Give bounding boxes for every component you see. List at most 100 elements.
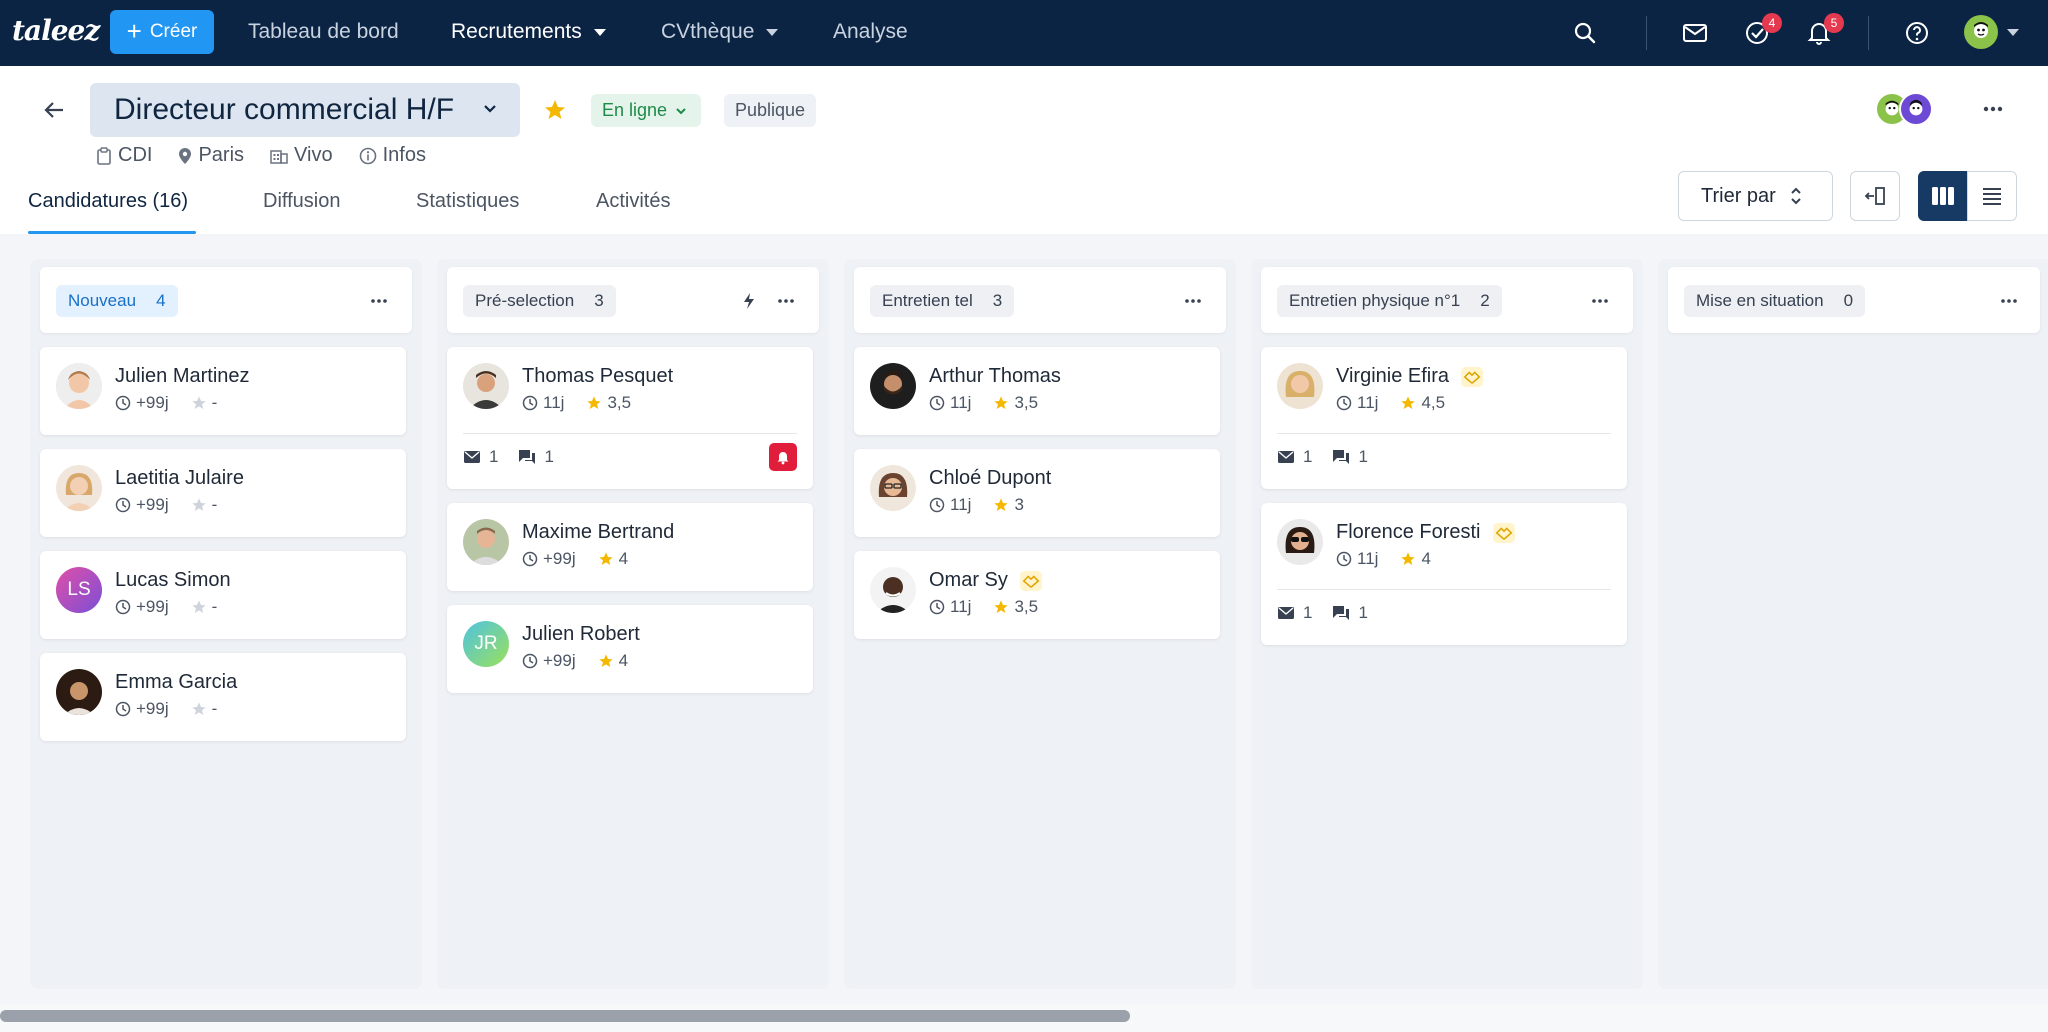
nav-analyse[interactable]: Analyse — [833, 20, 908, 44]
candidate-card[interactable]: Thomas Pesquet 11j 3,5 1 1 — [447, 347, 813, 489]
favorite-star-icon[interactable] — [543, 98, 567, 127]
candidate-age-text: +99j — [136, 597, 169, 616]
team-avatars[interactable] — [1875, 92, 1939, 126]
help-icon[interactable] — [1902, 18, 1932, 48]
candidate-age-text: +99j — [543, 651, 576, 670]
candidate-name-text: Florence Foresti — [1336, 521, 1481, 543]
tab-activites[interactable]: Activités — [596, 190, 670, 213]
scrollbar-thumb[interactable] — [0, 1010, 1130, 1022]
candidate-card[interactable]: Chloé Dupont 11j 3 — [854, 449, 1220, 537]
column-count: 3 — [594, 291, 604, 310]
candidate-photo-avatar — [870, 567, 916, 613]
candidate-age-text: 11j — [950, 393, 972, 412]
job-header: Directeur commercial H/F En ligne Publiq… — [0, 66, 2048, 234]
clock-icon — [115, 701, 131, 717]
candidate-card[interactable]: Emma Garcia +99j - — [40, 653, 406, 741]
envelope-icon — [1278, 451, 1294, 463]
nav-cvtheque[interactable]: CVthèque — [661, 20, 779, 44]
column-header: Nouveau 4 — [40, 267, 412, 333]
candidate-card[interactable]: JR Julien Robert +99j 4 — [447, 605, 813, 693]
candidate-card[interactable]: Julien Martinez +99j - — [40, 347, 406, 435]
visibility-badge: Publique — [724, 94, 817, 127]
tab-candidatures[interactable]: Candidatures (16) — [28, 190, 188, 213]
candidate-age: +99j — [522, 651, 576, 671]
candidate-name: Julien Martinez — [115, 365, 250, 388]
list-view-button[interactable] — [1967, 171, 2017, 221]
horizontal-scrollbar[interactable] — [0, 1004, 2048, 1032]
candidate-age: 11j — [1336, 549, 1378, 569]
candidate-rating: - — [191, 495, 217, 515]
sort-button[interactable]: Trier par — [1678, 171, 1833, 221]
candidate-card[interactable]: Maxime Bertrand +99j 4 — [447, 503, 813, 591]
collapse-columns-button[interactable] — [1850, 171, 1900, 221]
mail-icon[interactable] — [1680, 18, 1710, 48]
nav-recrutements[interactable]: Recrutements — [451, 20, 606, 44]
column-more-icon[interactable] — [1589, 291, 1611, 311]
column-more-icon[interactable] — [368, 291, 390, 311]
column-count: 3 — [992, 291, 1003, 310]
alert-bell-icon[interactable] — [769, 443, 797, 471]
candidate-name: Lucas Simon — [115, 569, 231, 592]
location-meta: Paris — [178, 144, 244, 167]
sort-label: Trier par — [1701, 184, 1776, 207]
column-more-icon[interactable] — [1998, 291, 2020, 311]
star-icon — [994, 396, 1009, 409]
candidate-meta: 11j 3 — [929, 495, 1024, 515]
envelope-icon — [464, 451, 480, 463]
infos-link[interactable]: Infos — [359, 144, 426, 167]
star-icon — [191, 702, 206, 715]
candidate-age: +99j — [115, 393, 169, 413]
taleez-logo[interactable]: taleez — [12, 14, 100, 47]
column-name: Nouveau — [68, 291, 137, 310]
column-more-icon[interactable] — [1182, 291, 1204, 311]
comment-count-text: 1 — [1358, 603, 1368, 622]
search-icon[interactable] — [1570, 18, 1600, 48]
column-more-icon[interactable] — [775, 291, 797, 311]
candidate-card[interactable]: Florence Foresti 11j 4 1 1 — [1261, 503, 1627, 645]
user-avatar[interactable] — [1964, 15, 1998, 49]
candidate-rating-text: 3,5 — [1014, 597, 1039, 616]
kanban-view-button[interactable] — [1918, 171, 1968, 221]
clock-icon — [522, 653, 538, 669]
candidate-card[interactable]: Omar Sy 11j 3,5 — [854, 551, 1220, 639]
tab-diffusion[interactable]: Diffusion — [263, 190, 340, 213]
candidate-card[interactable]: Arthur Thomas 11j 3,5 — [854, 347, 1220, 435]
card-footer: 1 1 — [463, 447, 554, 467]
user-menu-caret-icon[interactable] — [2007, 29, 2019, 36]
star-icon — [191, 498, 206, 511]
candidate-photo-avatar — [870, 363, 916, 409]
automation-bolt-icon[interactable] — [739, 291, 759, 311]
candidate-name: Laetitia Julaire — [115, 467, 244, 490]
clock-icon — [929, 599, 945, 615]
card-footer: 1 1 — [1277, 447, 1368, 467]
candidate-card[interactable]: Laetitia Julaire +99j - — [40, 449, 406, 537]
bell-icon[interactable]: 5 — [1804, 13, 1844, 48]
tab-statistiques[interactable]: Statistiques — [416, 190, 519, 213]
candidate-meta: 11j 3,5 — [929, 393, 1038, 413]
more-options-icon[interactable] — [1980, 96, 2006, 122]
team-member-avatar[interactable] — [1899, 92, 1933, 126]
status-online-dropdown[interactable]: En ligne — [591, 94, 702, 127]
clock-icon — [522, 395, 538, 411]
candidate-card[interactable]: Virginie Efira 11j 4,5 1 1 — [1261, 347, 1627, 489]
candidate-age-text: 11j — [543, 393, 565, 412]
envelope-icon — [1278, 607, 1294, 619]
create-button[interactable]: + Créer — [110, 10, 214, 54]
tasks-badge: 4 — [1762, 13, 1782, 33]
candidate-photo-avatar — [1277, 363, 1323, 409]
card-footer: 1 1 — [1277, 603, 1368, 623]
candidate-age: +99j — [522, 549, 576, 569]
candidate-card[interactable]: LS Lucas Simon +99j - — [40, 551, 406, 639]
status-label: En ligne — [602, 100, 668, 120]
card-divider — [1277, 433, 1611, 434]
candidate-name: Chloé Dupont — [929, 467, 1051, 490]
nav-divider — [1646, 16, 1647, 50]
notifications-badge: 5 — [1824, 13, 1844, 33]
job-title-selector[interactable]: Directeur commercial H/F — [90, 83, 520, 137]
candidate-rating: 4 — [1400, 549, 1431, 569]
nav-dashboard[interactable]: Tableau de bord — [248, 20, 399, 44]
back-arrow-icon[interactable] — [40, 96, 68, 124]
column-name: Entretien physique n°1 — [1289, 291, 1461, 310]
tasks-icon[interactable]: 4 — [1742, 13, 1782, 48]
candidate-rating: 3,5 — [993, 597, 1038, 617]
